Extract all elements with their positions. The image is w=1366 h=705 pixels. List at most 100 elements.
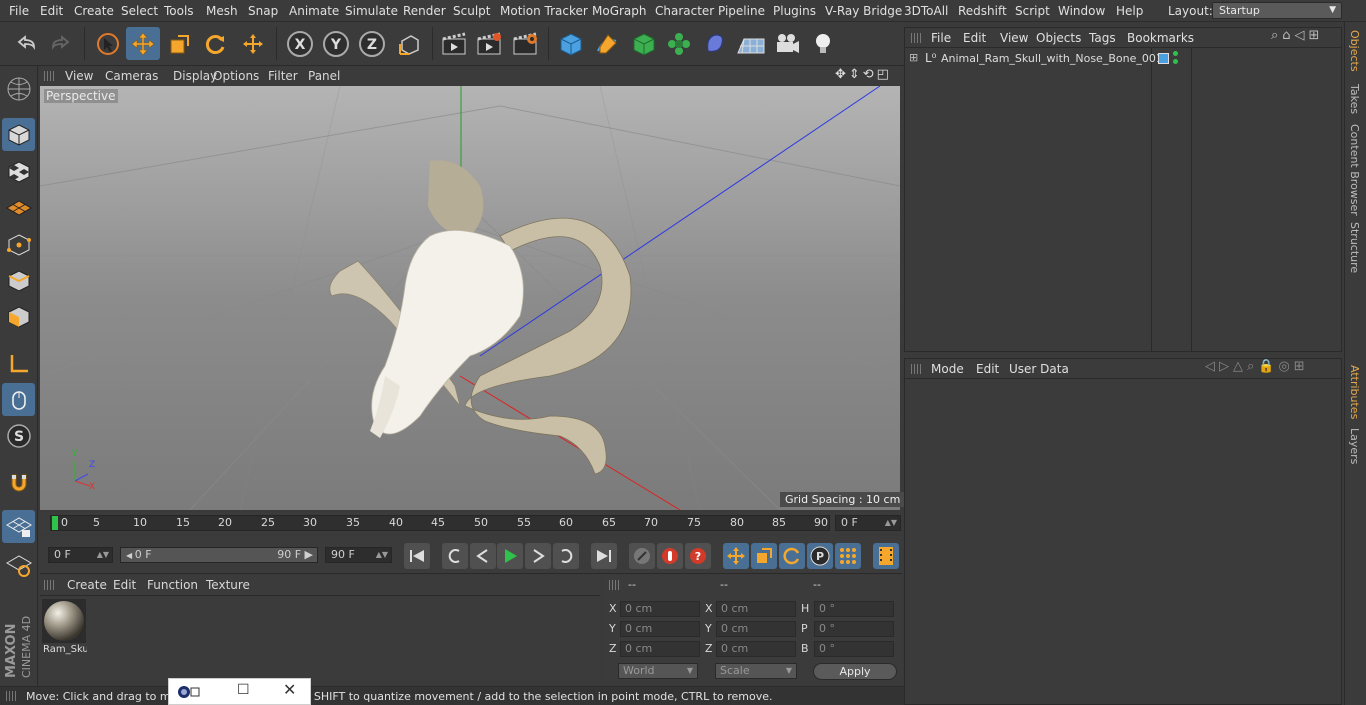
timeline-ruler[interactable]: 0 5 10 15 20 25 30 35 40 45 50 55 60 65 … (40, 512, 902, 534)
spline-pen-button[interactable] (590, 27, 624, 60)
coordinate-system-select[interactable]: World ▼ (618, 663, 698, 679)
menu-snap[interactable]: Snap (248, 4, 278, 18)
material-menu-create[interactable]: Create (67, 578, 107, 592)
menu-file[interactable]: File (9, 4, 29, 18)
material-menu-edit[interactable]: Edit (113, 578, 136, 592)
menu-3dtoall[interactable]: 3DToAll (904, 4, 948, 18)
attributes-nav-icons[interactable]: ◁▷△⌕🔒◎⊞ (1205, 359, 1309, 374)
material-swatch[interactable]: Ram_Sku (42, 599, 87, 655)
menu-select[interactable]: Select (121, 4, 158, 18)
visibility-editor-dot[interactable] (1173, 51, 1178, 56)
attributes-menu-edit[interactable]: Edit (976, 362, 999, 376)
perspective-viewport[interactable]: Y Z X (40, 86, 900, 510)
tab-takes[interactable]: Takes (1348, 84, 1361, 114)
transform-tool-button[interactable] (236, 27, 270, 60)
key-rotation-button[interactable] (779, 543, 805, 569)
tweak-mode-button[interactable] (2, 383, 35, 416)
menu-create[interactable]: Create (74, 4, 114, 18)
render-view-button[interactable] (437, 27, 471, 60)
menu-edit[interactable]: Edit (40, 4, 63, 18)
tab-objects[interactable]: Objects (1348, 30, 1361, 72)
next-frame-button[interactable] (525, 543, 551, 569)
rotation-p-field[interactable]: 0 ° (814, 621, 894, 637)
autokeying-button[interactable] (657, 543, 683, 569)
viewport-menu-options[interactable]: Options (213, 69, 259, 83)
previous-frame-button[interactable] (470, 543, 496, 569)
solo-mode-button[interactable]: S (2, 419, 35, 452)
floor-object-button[interactable] (734, 27, 768, 60)
viewport-menu-display[interactable]: Display (173, 69, 217, 83)
go-to-start-button[interactable] (404, 543, 430, 569)
camera-object-button[interactable] (770, 27, 804, 60)
objects-header-icons[interactable]: ⌕⌂◁⊞ (1271, 28, 1323, 43)
points-mode-button[interactable] (2, 228, 35, 261)
rotation-h-field[interactable]: 0 ° (814, 601, 894, 617)
objects-menu-view[interactable]: View (1000, 31, 1028, 45)
polygons-mode-button[interactable] (2, 300, 35, 333)
texture-mode-button[interactable] (2, 155, 35, 188)
size-x-field[interactable]: 0 cm (716, 601, 796, 617)
viewport-menu-view[interactable]: View (65, 69, 93, 83)
menu-simulate[interactable]: Simulate (345, 4, 398, 18)
close-icon[interactable]: ✕ (283, 680, 296, 699)
keyframe-selection-button[interactable]: ? (685, 543, 711, 569)
key-parameter-button[interactable]: P (807, 543, 833, 569)
axis-mode-button[interactable] (2, 347, 35, 380)
edges-mode-button[interactable] (2, 264, 35, 297)
menu-pipeline[interactable]: Pipeline (718, 4, 765, 18)
objects-menu-objects[interactable]: Objects (1036, 31, 1081, 45)
workplane-mode-button[interactable] (2, 191, 35, 224)
subdivision-surface-button[interactable] (627, 27, 661, 60)
visibility-render-dot[interactable] (1173, 59, 1178, 64)
y-axis-lock-button[interactable]: Y (319, 27, 353, 60)
menu-window[interactable]: Window (1058, 4, 1105, 18)
size-y-field[interactable]: 0 cm (716, 621, 796, 637)
model-mode-button[interactable] (2, 118, 35, 151)
viewport-navigation-icons[interactable]: ✥⇕⟲◰ (835, 67, 892, 82)
attributes-menu-mode[interactable]: Mode (931, 362, 964, 376)
previous-key-button[interactable] (442, 543, 468, 569)
viewport-menu-panel[interactable]: Panel (308, 69, 340, 83)
material-menu-function[interactable]: Function (147, 578, 198, 592)
layout-dropdown[interactable]: Startup ▼ (1212, 2, 1342, 19)
tab-content-browser[interactable]: Content Browser (1348, 124, 1361, 216)
frame-range-slider[interactable]: ◀ 0 F 90 F ▶ (120, 547, 318, 563)
menu-tools[interactable]: Tools (164, 4, 194, 18)
z-axis-lock-button[interactable]: Z (355, 27, 389, 60)
deformer-button[interactable] (698, 27, 732, 60)
snap-button[interactable] (2, 466, 35, 499)
live-selection-button[interactable] (91, 27, 125, 60)
redo-button[interactable] (44, 27, 78, 60)
scale-mode-select[interactable]: Scale ▼ (715, 663, 797, 679)
coordinate-system-button[interactable] (392, 27, 426, 60)
layer-color-icon[interactable] (1158, 53, 1169, 64)
menu-motion-tracker[interactable]: Motion Tracker (500, 4, 588, 18)
planar-workplane-button[interactable] (2, 548, 35, 581)
menu-plugins[interactable]: Plugins (773, 4, 816, 18)
maximize-icon[interactable]: ☐ (237, 682, 250, 698)
size-z-field[interactable]: 0 cm (716, 641, 796, 657)
light-object-button[interactable] (806, 27, 840, 60)
locked-workplane-button[interactable] (2, 510, 35, 543)
object-row[interactable]: ⊞ L⁰ Animal_Ram_Skull_with_Nose_Bone_001 (907, 51, 1341, 67)
rotation-b-field[interactable]: 0 ° (814, 641, 894, 657)
go-to-end-button[interactable] (591, 543, 617, 569)
undo-button[interactable] (9, 27, 43, 60)
key-scale-button[interactable] (751, 543, 777, 569)
scale-tool-button[interactable] (162, 27, 196, 60)
objects-menu-tags[interactable]: Tags (1089, 31, 1116, 45)
menu-animate[interactable]: Animate (289, 4, 339, 18)
menu-script[interactable]: Script (1015, 4, 1050, 18)
move-tool-button[interactable] (126, 27, 160, 60)
tab-layers[interactable]: Layers (1348, 428, 1361, 464)
menu-mesh[interactable]: Mesh (206, 4, 238, 18)
tab-attributes[interactable]: Attributes (1348, 365, 1361, 419)
attributes-menu-user-data[interactable]: User Data (1009, 362, 1069, 376)
menu-render[interactable]: Render (403, 4, 446, 18)
menu-character[interactable]: Character (655, 4, 714, 18)
next-key-button[interactable] (553, 543, 579, 569)
menu-mograph[interactable]: MoGraph (592, 4, 647, 18)
timeline-window-button[interactable] (873, 543, 899, 569)
current-frame-field[interactable]: 0 F ▲▼ (835, 515, 901, 531)
material-menu-texture[interactable]: Texture (206, 578, 250, 592)
